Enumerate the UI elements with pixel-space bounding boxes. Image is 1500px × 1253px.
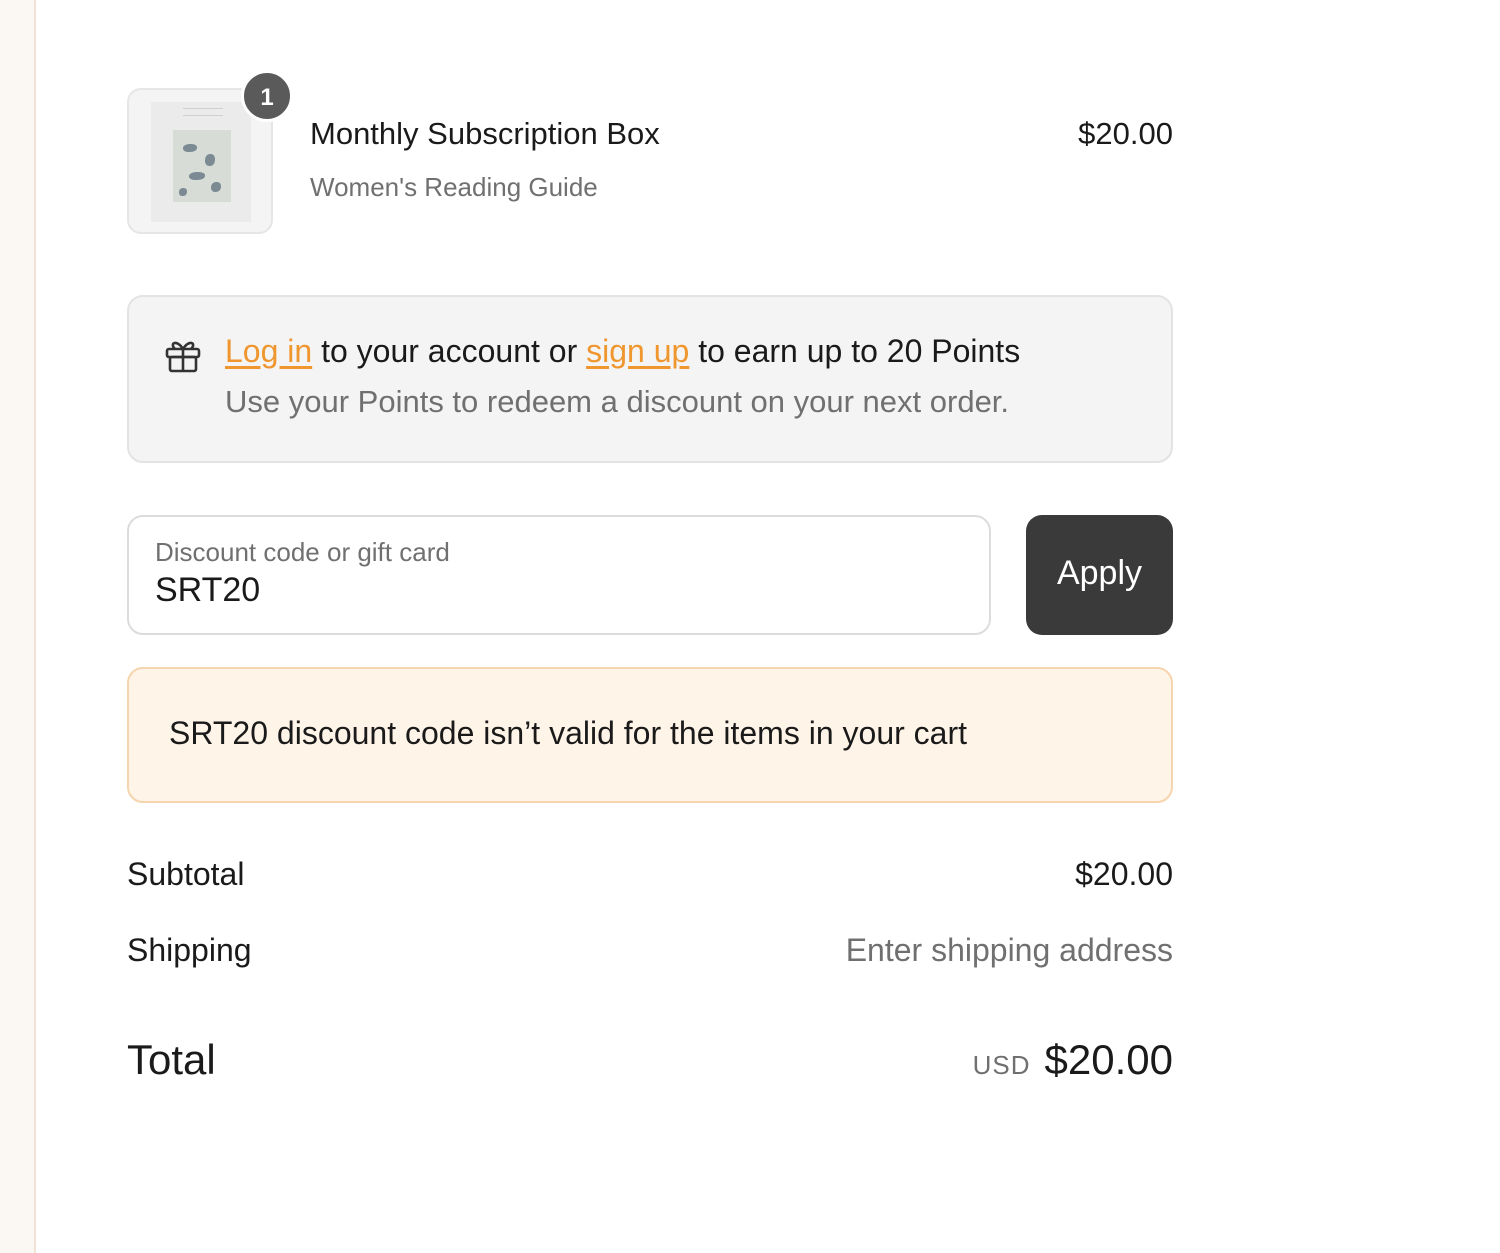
apply-button[interactable]: Apply xyxy=(1026,515,1173,635)
quantity-badge: 1 xyxy=(241,70,293,122)
left-panel-edge xyxy=(0,0,36,1253)
product-variant: Women's Reading Guide xyxy=(310,172,598,202)
points-text-middle: to your account or xyxy=(312,333,587,369)
points-subtext: Use your Points to redeem a discount on … xyxy=(225,384,1010,419)
points-text-end: to earn up to 20 Points xyxy=(689,333,1021,369)
points-promo-box: Log in to your account or sign up to ear… xyxy=(127,295,1173,463)
discount-error-notice: SRT20 discount code isn’t valid for the … xyxy=(127,667,1173,803)
product-price: $20.00 xyxy=(1078,116,1173,151)
signup-link[interactable]: sign up xyxy=(586,333,689,369)
cart-line-item: 1 Monthly Subscription Box Women's Readi… xyxy=(127,70,1173,236)
product-title: Monthly Subscription Box xyxy=(310,116,660,151)
gift-icon xyxy=(165,341,201,373)
total-amount: USD $20.00 xyxy=(973,1036,1173,1084)
order-summary: 1 Monthly Subscription Box Women's Readi… xyxy=(127,0,1173,1253)
total-label: Total xyxy=(127,1036,216,1083)
login-link[interactable]: Log in xyxy=(225,333,312,369)
currency-code: USD xyxy=(972,1050,1031,1080)
discount-field-label: Discount code or gift card xyxy=(155,537,450,567)
book-cover-image xyxy=(151,102,251,222)
total-value: $20.00 xyxy=(1044,1036,1173,1083)
shipping-label: Shipping xyxy=(127,932,252,968)
subtotal-label: Subtotal xyxy=(127,856,245,892)
points-message: Log in to your account or sign up to ear… xyxy=(225,333,1020,370)
discount-error-message: SRT20 discount code isn’t valid for the … xyxy=(169,715,967,751)
discount-code-input[interactable]: SRT20 xyxy=(155,571,260,610)
shipping-value: Enter shipping address xyxy=(845,932,1173,968)
discount-code-field[interactable]: Discount code or gift card SRT20 xyxy=(127,515,991,635)
subtotal-value: $20.00 xyxy=(1075,856,1173,892)
